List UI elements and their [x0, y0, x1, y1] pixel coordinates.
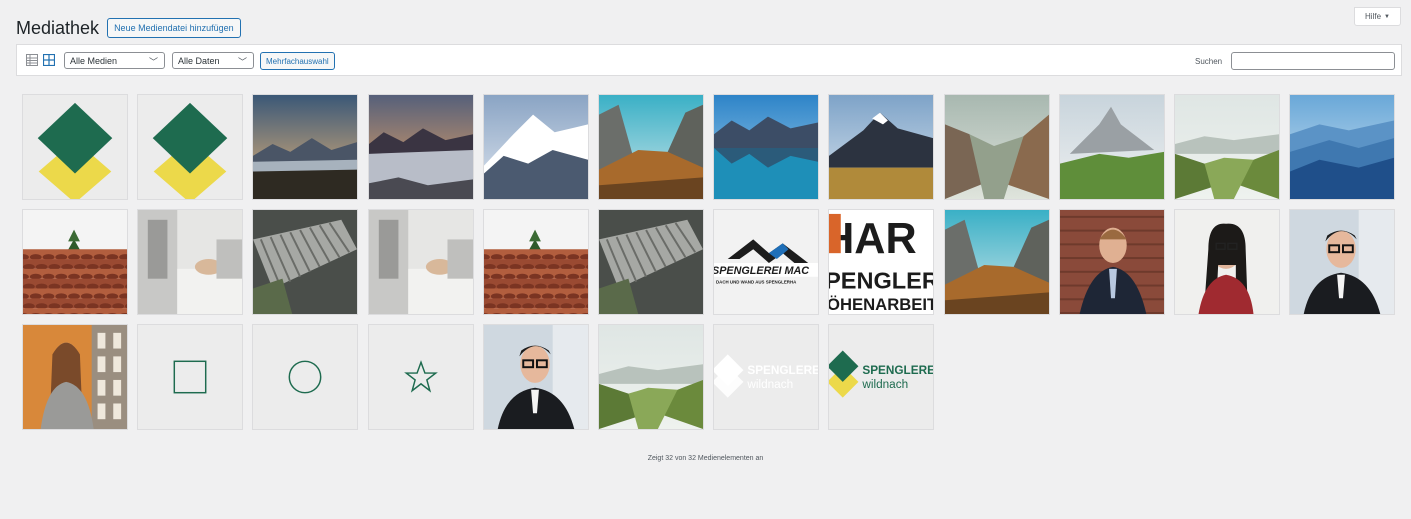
media-thumbnail: [369, 210, 473, 314]
media-thumbnail: [369, 325, 473, 429]
media-item-icon-star[interactable]: [368, 324, 474, 430]
svg-text:DACH UND WAND AUS SPENGLERHA: DACH UND WAND AUS SPENGLERHA: [716, 280, 797, 285]
media-thumbnail: [369, 95, 473, 199]
chevron-down-icon: ﹀: [148, 57, 158, 67]
media-item-portrait-woman-orange[interactable]: [22, 324, 128, 430]
media-thumbnail: [714, 95, 818, 199]
media-item-logo-spenglerei-mac[interactable]: SPENGLEREI MAC DACH UND WAND AUS SPENGLER…: [713, 209, 819, 315]
svg-text:SPENGLEREI: SPENGLEREI: [862, 364, 933, 377]
media-thumbnail: [599, 210, 703, 314]
grid-view-icon[interactable]: [43, 54, 55, 66]
media-thumbnail: [599, 325, 703, 429]
media-thumbnail: [1290, 210, 1394, 314]
media-thumbnail: [1060, 95, 1164, 199]
svg-text:wildnach: wildnach: [861, 378, 908, 391]
media-toolbar: Alle Medien ﹀ Alle Daten ﹀ Mehrfachauswa…: [16, 44, 1402, 76]
media-type-filter-value: Alle Medien: [70, 56, 118, 66]
help-arrow-icon: ▼: [1384, 13, 1390, 20]
svg-text:HAR: HAR: [829, 215, 917, 263]
media-item-logo-har[interactable]: HAR PENGLER ÖHENARBEIT: [828, 209, 934, 315]
media-item-landscape-valley-forest[interactable]: [944, 209, 1050, 315]
chevron-down-icon: ﹀: [237, 57, 247, 67]
media-thumbnail: [484, 325, 588, 429]
media-item-diamond-logo[interactable]: [137, 94, 243, 200]
media-thumbnail: [1175, 210, 1279, 314]
page-title: Mediathek: [16, 17, 100, 38]
svg-text:PENGLER: PENGLER: [829, 267, 933, 293]
media-item-landscape-green-valley[interactable]: [1174, 94, 1280, 200]
svg-text:SPENGLEREI MAC: SPENGLEREI MAC: [714, 265, 809, 277]
page-header: Mediathek Neue Mediendatei hinzufügen: [16, 16, 241, 40]
search-label: Suchen: [1195, 57, 1223, 66]
media-item-landscape-snow-peak[interactable]: [483, 94, 589, 200]
media-item-workshop[interactable]: [137, 209, 243, 315]
media-item-landscape-alpine-green[interactable]: [1059, 94, 1165, 200]
date-filter-value: Alle Daten: [178, 56, 220, 66]
media-item-factory-roof[interactable]: [252, 209, 358, 315]
media-thumbnail: HAR PENGLER ÖHENARBEIT: [829, 210, 933, 314]
media-thumbnail: [945, 210, 1049, 314]
media-item-landscape-dusk-lake[interactable]: [252, 94, 358, 200]
media-thumbnail: [253, 325, 357, 429]
media-item-workshop[interactable]: [368, 209, 474, 315]
media-thumbnail: [599, 95, 703, 199]
media-item-portrait-woman-glasses[interactable]: [1174, 209, 1280, 315]
media-thumbnail: [1290, 95, 1394, 199]
media-thumbnail: SPENGLEREI MAC DACH UND WAND AUS SPENGLER…: [714, 210, 818, 314]
media-thumbnail: [945, 95, 1049, 199]
date-filter[interactable]: Alle Daten ﹀: [172, 52, 254, 69]
media-thumbnail: [138, 325, 242, 429]
media-thumbnail: [1060, 210, 1164, 314]
media-thumbnail: [484, 95, 588, 199]
media-item-icon-circle[interactable]: [252, 324, 358, 430]
media-item-landscape-blue-ridges[interactable]: [1289, 94, 1395, 200]
svg-text:wildnach: wildnach: [746, 378, 793, 391]
media-item-diamond-logo[interactable]: [22, 94, 128, 200]
svg-text:ÖHENARBEIT: ÖHENARBEIT: [829, 295, 933, 314]
media-thumbnail: [138, 95, 242, 199]
media-thumbnail: SPENGLEREIwildnach: [829, 325, 933, 429]
media-thumbnail: SPENGLEREIwildnach: [714, 325, 818, 429]
list-view-icon[interactable]: [26, 54, 38, 66]
media-thumbnail: [138, 210, 242, 314]
media-item-landscape-green-valley[interactable]: [598, 324, 704, 430]
add-media-button[interactable]: Neue Mediendatei hinzufügen: [107, 18, 241, 38]
media-thumbnail: [253, 210, 357, 314]
media-type-filter[interactable]: Alle Medien ﹀: [64, 52, 165, 69]
media-item-landscape-canyon[interactable]: [944, 94, 1050, 200]
media-thumbnail: [253, 95, 357, 199]
media-item-logo-wildnach-green[interactable]: SPENGLEREI wildnach: [828, 324, 934, 430]
media-item-portrait-man-glasses[interactable]: [483, 324, 589, 430]
search-input[interactable]: [1231, 52, 1395, 70]
media-count-status: Zeigt 32 von 32 Medienelementen an: [647, 455, 764, 462]
media-item-landscape-valley-forest[interactable]: [598, 94, 704, 200]
media-item-logo-wildnach-white[interactable]: SPENGLEREI wildnach: [713, 324, 819, 430]
media-item-factory-roof[interactable]: [598, 209, 704, 315]
media-item-portrait-man-suit[interactable]: [1059, 209, 1165, 315]
media-item-landscape-lake-reflection[interactable]: [713, 94, 819, 200]
media-item-roof-tiles[interactable]: [22, 209, 128, 315]
help-label: Hilfe: [1365, 12, 1382, 21]
help-tab[interactable]: Hilfe ▼: [1354, 7, 1401, 26]
media-item-roof-tiles[interactable]: [483, 209, 589, 315]
media-item-landscape-fog-sunset[interactable]: [368, 94, 474, 200]
media-item-icon-square[interactable]: [137, 324, 243, 430]
media-thumbnail: [23, 210, 127, 314]
media-item-portrait-man-glasses[interactable]: [1289, 209, 1395, 315]
svg-text:SPENGLEREI: SPENGLEREI: [747, 364, 818, 377]
bulk-select-button[interactable]: Mehrfachauswahl: [260, 52, 335, 70]
media-thumbnail: [484, 210, 588, 314]
media-thumbnail: [829, 95, 933, 199]
media-thumbnail: [23, 325, 127, 429]
media-thumbnail: [1175, 95, 1279, 199]
media-thumbnail: [23, 95, 127, 199]
media-item-landscape-peak-meadow[interactable]: [828, 94, 934, 200]
